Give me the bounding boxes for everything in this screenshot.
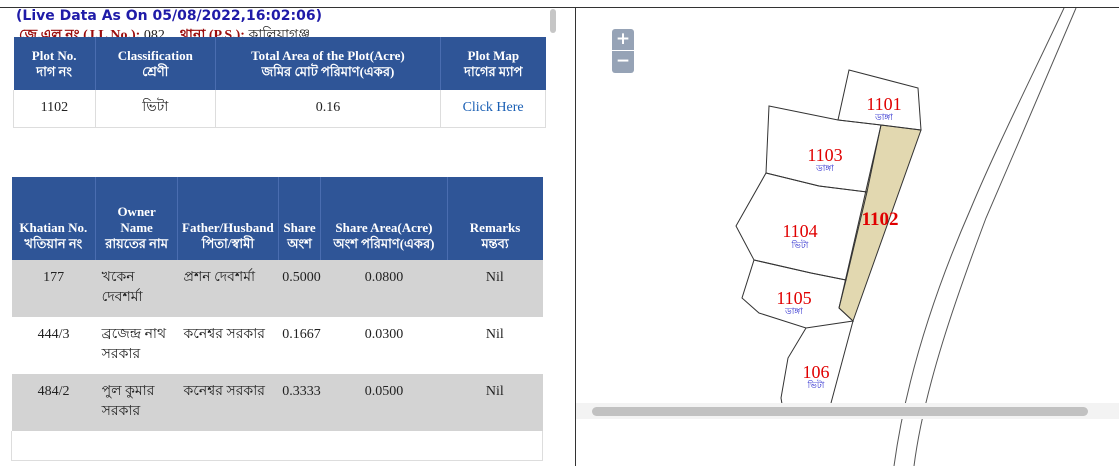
remarks-cell: Nil: [447, 260, 543, 317]
page-root: (Live Data As On 05/08/2022,16:02:06) জে…: [0, 0, 1119, 466]
plot-details-panel: (Live Data As On 05/08/2022,16:02:06) জে…: [0, 7, 560, 466]
remarks-cell: Nil: [485, 327, 504, 342]
col-plot-no: Plot No. দাগ নং: [13, 37, 96, 90]
share-cell: 0.3333: [278, 374, 321, 431]
plot-label-selected: 1102: [862, 209, 899, 230]
classification-cell: ভিটা: [95, 90, 216, 128]
owner-cell: ব্রজেন্দ্র নাথ সরকার: [101, 327, 167, 362]
plot-106-edge-right: [830, 320, 854, 404]
remarks-cell: Nil: [447, 374, 543, 431]
father-cell: প্রশন দেবশর্মা: [177, 260, 279, 317]
share-cell: 0.5000: [278, 260, 321, 317]
plot-class-label: ভিটা: [807, 379, 825, 391]
col-owner-name: Owner Name রায়তের নাম: [95, 177, 178, 260]
plot-map-link[interactable]: Click Here: [440, 90, 546, 128]
plot-info-table: Plot No. দাগ নং Classification শ্রেণী Tota…: [13, 37, 546, 128]
zoom-in-button[interactable]: +: [612, 29, 634, 50]
owner-table-header: Khatian No. খতিয়ান নং Owner Name রায়তের …: [11, 177, 543, 260]
plot-class-label: ভিটা: [791, 239, 809, 251]
plot-class-label: ডাঙ্গা: [815, 164, 834, 174]
plot-no-cell: 1102: [13, 90, 96, 128]
table-row: 177 খকেন দেবশর্মা প্রশন দেবশর্মা 0.5000 …: [11, 260, 543, 317]
plot-label: 106: [803, 362, 830, 382]
plot-label: 1101: [866, 94, 901, 114]
map-scrollbar-thumb[interactable]: [592, 407, 1088, 416]
road-edge-right: [913, 8, 1077, 466]
empty-row: [11, 431, 543, 461]
col-remarks: Remarks মন্তব্য: [446, 177, 543, 260]
zoom-control: + −: [612, 29, 634, 73]
col-khatian: Khatian No. খতিয়ান নং: [11, 177, 96, 260]
zoom-out-button[interactable]: −: [612, 50, 634, 71]
col-total-area: Total Area of the Plot(Acre) জমির মোট পরি…: [214, 37, 441, 90]
share-cell: 0.1667: [282, 327, 321, 342]
share-area-cell: 0.0500: [320, 374, 448, 431]
plot-class-label: ডাঙ্গা: [874, 113, 893, 123]
col-plot-map: Plot Map দাগের ম্যাপ: [440, 37, 546, 90]
col-father-husband: Father/Husband পিতা/স্বামী: [177, 177, 279, 260]
col-share: Share অংশ: [277, 177, 321, 260]
plot-class-label: ডাঙ্গা: [784, 307, 803, 317]
father-cell: কনেশ্বর সরকার: [183, 327, 265, 342]
table-row: 1102 ভিটা 0.16 Click Here: [13, 90, 546, 128]
col-classification: Classification শ্রেণী: [94, 37, 216, 90]
plot-label: 1103: [807, 145, 842, 165]
table-row: 484/2 পুল কুমার সরকার কনেশ্বর সরকার 0.33…: [11, 374, 543, 431]
col-share-area: Share Area(Acre) অংশ পরিমাণ(একর): [320, 177, 448, 260]
khatian-cell: 484/2: [11, 374, 96, 431]
owner-cell: খকেন দেবশর্মা: [95, 260, 178, 317]
panel-scrollbar-thumb[interactable]: [550, 9, 556, 33]
table-row: 444/3 ব্রজেন্দ্র নাথ সরকার কনেশ্বর সরকার…: [12, 317, 543, 374]
plot-map[interactable]: 1101 ডাঙ্গা 1103 ডাঙ্গা 1102 1104 ভিটা 1…: [576, 8, 1119, 466]
area-cell: 0.16: [215, 90, 442, 128]
khatian-cell: 444/3: [37, 327, 70, 342]
plot-table-header: Plot No. দাগ নং Classification শ্রেণী Tota…: [13, 37, 546, 90]
share-area-cell: 0.0300: [364, 327, 404, 342]
owner-cell: পুল কুমার সরকার: [95, 374, 178, 431]
khatian-cell: 177: [11, 260, 96, 317]
live-data-timestamp: (Live Data As On 05/08/2022,16:02:06): [16, 8, 322, 24]
share-area-cell: 0.0800: [320, 260, 448, 317]
plot-label: 1105: [776, 288, 811, 308]
plot-label: 1104: [782, 221, 817, 241]
owner-info-table: Khatian No. খতিয়ান নং Owner Name রায়তের …: [11, 177, 543, 461]
map-canvas[interactable]: 1101 ডাঙ্গা 1103 ডাঙ্গা 1102 1104 ভিটা 1…: [576, 8, 1119, 466]
father-cell: কনেশ্বর সরকার: [177, 374, 279, 431]
